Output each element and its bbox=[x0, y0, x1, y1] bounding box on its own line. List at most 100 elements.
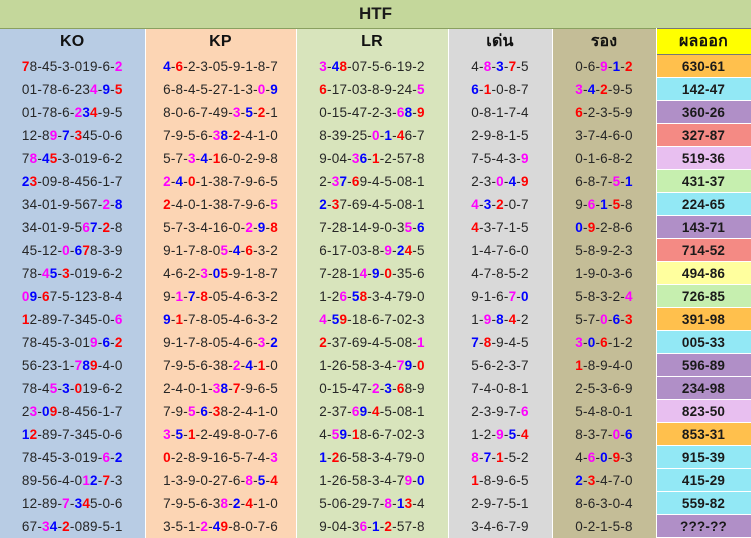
rong-cell: 5-7-0-6-3 bbox=[552, 307, 657, 331]
ko-cell: 12-89-7-345-0-6 bbox=[0, 422, 146, 446]
den-cell: 2-9-8-1-5 bbox=[448, 123, 553, 147]
lr-cell: 2-37-69-4-5-08-1 bbox=[296, 169, 449, 193]
rong-cell: 2-5-3-6-9 bbox=[552, 376, 657, 400]
result-cell: ???-?? bbox=[655, 514, 751, 538]
result-cell: 327-87 bbox=[655, 123, 751, 147]
ko-cell: 89-56-4-012-7-3 bbox=[0, 468, 146, 492]
rong-cell: 9-6-1-5-8 bbox=[552, 192, 657, 216]
kp-cell: 7-9-5-6-38-2-4-1-0 bbox=[145, 353, 297, 377]
ko-cell: 01-78-6-234-9-5 bbox=[0, 77, 146, 101]
result-cell: 234-98 bbox=[655, 376, 751, 400]
prediction-table: KO KP LR เด่น รอง ผลออก 78-45-3-019-6-2 4… bbox=[0, 28, 751, 538]
den-cell: 2-9-7-5-1 bbox=[448, 491, 553, 515]
lr-cell: 6-17-03-8-9-24-5 bbox=[296, 77, 449, 101]
den-cell: 4-8-3-7-5 bbox=[448, 54, 553, 78]
kp-cell: 3-5-1-2-49-8-0-7-6 bbox=[145, 422, 297, 446]
result-cell: 360-26 bbox=[655, 100, 751, 124]
header-row: KO KP LR เด่น รอง ผลออก bbox=[0, 28, 751, 55]
kp-cell: 5-7-3-4-16-0-2-9-8 bbox=[145, 146, 297, 170]
table-body: 78-45-3-019-6-2 4-6-2-3-05-9-1-8-7 3-48-07… bbox=[0, 54, 751, 538]
den-cell: 4-3-2-0-7 bbox=[448, 192, 553, 216]
den-cell: 2-3-9-7-6 bbox=[448, 399, 553, 423]
ko-cell: 34-01-9-567-2-8 bbox=[0, 215, 146, 239]
header-ko: KO bbox=[0, 28, 146, 55]
ko-cell: 12-89-7-345-0-6 bbox=[0, 123, 146, 147]
rong-cell: 8-3-7-0-6 bbox=[552, 422, 657, 446]
ko-cell: 78-45-3-019-6-2 bbox=[0, 54, 146, 78]
table-row: 45-12-0-678-3-9 9-1-7-8-05-4-6-3-2 6-17-03… bbox=[0, 238, 751, 262]
kp-cell: 4-6-2-3-05-9-1-8-7 bbox=[145, 261, 297, 285]
ko-cell: 23-09-8-456-1-7 bbox=[0, 169, 146, 193]
lr-cell: 3-48-07-5-6-19-2 bbox=[296, 54, 449, 78]
result-cell: 714-52 bbox=[655, 238, 751, 262]
rong-cell: 0-2-1-5-8 bbox=[552, 514, 657, 538]
result-cell: 853-31 bbox=[655, 422, 751, 446]
lr-cell: 5-06-29-7-8-13-4 bbox=[296, 491, 449, 515]
ko-cell: 78-45-3-019-6-2 bbox=[0, 376, 146, 400]
table-row: 01-78-6-234-9-5 8-0-6-7-49-3-5-2-1 0-15-47… bbox=[0, 100, 751, 124]
spreadsheet: HTF KO KP LR เด่น รอง ผลออก 78-45-3-019-… bbox=[0, 0, 751, 538]
rong-cell: 0-6-9-1-2 bbox=[552, 54, 657, 78]
ko-cell: 12-89-7-345-0-6 bbox=[0, 307, 146, 331]
lr-cell: 0-15-47-2-3-68-9 bbox=[296, 376, 449, 400]
table-row: 78-45-3-019-6-2 9-1-7-8-05-4-6-3-2 2-37-69… bbox=[0, 330, 751, 354]
lr-cell: 6-17-03-8-9-24-5 bbox=[296, 238, 449, 262]
ko-cell: 23-09-8-456-1-7 bbox=[0, 399, 146, 423]
lr-cell: 7-28-14-9-0-35-6 bbox=[296, 215, 449, 239]
ko-cell: 45-12-0-678-3-9 bbox=[0, 238, 146, 262]
table-row: 78-45-3-019-6-2 4-6-2-3-05-9-1-8-7 3-48-07… bbox=[0, 54, 751, 78]
den-cell: 1-8-9-6-5 bbox=[448, 468, 553, 492]
table-row: 56-23-1-789-4-0 7-9-5-6-38-2-4-1-0 1-26-58… bbox=[0, 353, 751, 377]
den-cell: 4-7-8-5-2 bbox=[448, 261, 553, 285]
result-cell: 143-71 bbox=[655, 215, 751, 239]
kp-cell: 7-9-5-6-38-2-4-1-0 bbox=[145, 399, 297, 423]
lr-cell: 7-28-14-9-0-35-6 bbox=[296, 261, 449, 285]
result-cell: 630-61 bbox=[655, 54, 751, 78]
kp-cell: 4-6-2-3-05-9-1-8-7 bbox=[145, 54, 297, 78]
result-cell: 391-98 bbox=[655, 307, 751, 331]
result-cell: 494-86 bbox=[655, 261, 751, 285]
header-kp: KP bbox=[145, 28, 297, 55]
table-row: 23-09-8-456-1-7 2-4-0-1-38-7-9-6-5 2-37-69… bbox=[0, 169, 751, 193]
ko-cell: 09-67-5-123-8-4 bbox=[0, 284, 146, 308]
header-lr: LR bbox=[296, 28, 449, 55]
den-cell: 2-3-0-4-9 bbox=[448, 169, 553, 193]
lr-cell: 4-59-18-6-7-02-3 bbox=[296, 422, 449, 446]
result-cell: 559-82 bbox=[655, 491, 751, 515]
den-cell: 7-5-4-3-9 bbox=[448, 146, 553, 170]
kp-cell: 9-1-7-8-05-4-6-3-2 bbox=[145, 238, 297, 262]
table-row: 34-01-9-567-2-8 5-7-3-4-16-0-2-9-8 7-28-14… bbox=[0, 215, 751, 239]
rong-cell: 6-2-3-5-9 bbox=[552, 100, 657, 124]
kp-cell: 5-7-3-4-16-0-2-9-8 bbox=[145, 215, 297, 239]
kp-cell: 9-1-7-8-05-4-6-3-2 bbox=[145, 330, 297, 354]
den-cell: 7-8-9-4-5 bbox=[448, 330, 553, 354]
lr-cell: 4-59-18-6-7-02-3 bbox=[296, 307, 449, 331]
rong-cell: 5-8-9-2-3 bbox=[552, 238, 657, 262]
den-cell: 5-6-2-3-7 bbox=[448, 353, 553, 377]
den-cell: 3-4-6-7-9 bbox=[448, 514, 553, 538]
table-row: 67-34-2-089-5-1 3-5-1-2-49-8-0-7-6 9-04-36… bbox=[0, 514, 751, 538]
lr-cell: 1-26-58-3-4-79-0 bbox=[296, 445, 449, 469]
den-cell: 7-4-0-8-1 bbox=[448, 376, 553, 400]
table-row: 78-45-3-019-6-2 0-2-8-9-16-5-7-4-3 1-26-58… bbox=[0, 445, 751, 469]
result-cell: 823-50 bbox=[655, 399, 751, 423]
den-cell: 1-9-8-4-2 bbox=[448, 307, 553, 331]
table-row: 12-89-7-345-0-6 7-9-5-6-38-2-4-1-0 5-06-29… bbox=[0, 491, 751, 515]
lr-cell: 1-26-58-3-4-79-0 bbox=[296, 284, 449, 308]
rong-cell: 5-8-3-2-4 bbox=[552, 284, 657, 308]
result-cell: 596-89 bbox=[655, 353, 751, 377]
kp-cell: 2-4-0-1-38-7-9-6-5 bbox=[145, 376, 297, 400]
result-cell: 915-39 bbox=[655, 445, 751, 469]
table-row: 78-45-3-019-6-2 2-4-0-1-38-7-9-6-5 0-15-47… bbox=[0, 376, 751, 400]
den-cell: 0-8-1-7-4 bbox=[448, 100, 553, 124]
result-cell: 142-47 bbox=[655, 77, 751, 101]
lr-cell: 9-04-36-1-2-57-8 bbox=[296, 146, 449, 170]
kp-cell: 9-1-7-8-05-4-6-3-2 bbox=[145, 307, 297, 331]
rong-cell: 1-9-0-3-6 bbox=[552, 261, 657, 285]
ko-cell: 78-45-3-019-6-2 bbox=[0, 330, 146, 354]
table-row: 12-89-7-345-0-6 7-9-5-6-38-2-4-1-0 8-39-25… bbox=[0, 123, 751, 147]
header-den: เด่น bbox=[448, 28, 553, 55]
ko-cell: 56-23-1-789-4-0 bbox=[0, 353, 146, 377]
kp-cell: 2-4-0-1-38-7-9-6-5 bbox=[145, 192, 297, 216]
ko-cell: 67-34-2-089-5-1 bbox=[0, 514, 146, 538]
